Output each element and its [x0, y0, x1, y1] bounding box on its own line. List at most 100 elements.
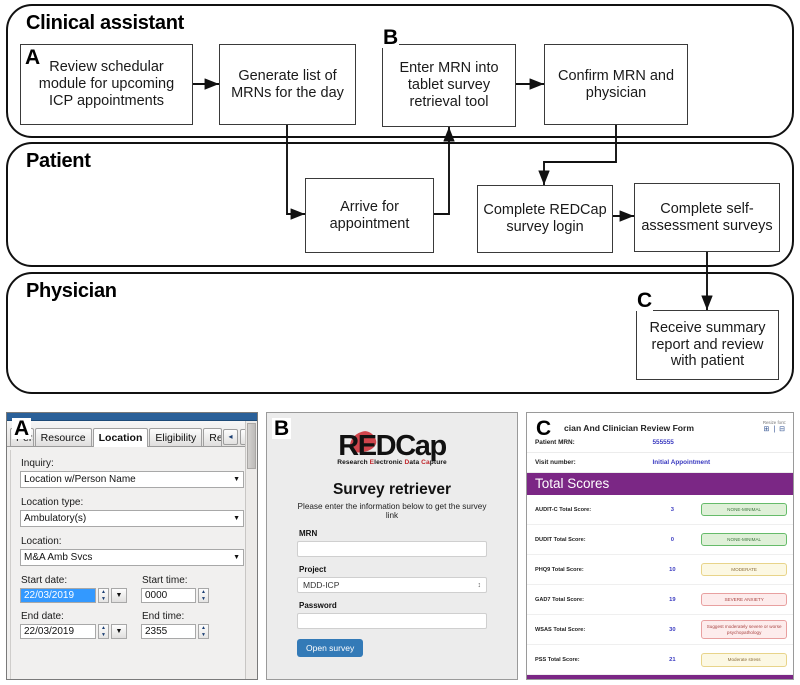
tab-resource[interactable]: Resource [34, 428, 92, 446]
location-type-select[interactable]: Ambulatory(s) ▼ [20, 510, 244, 527]
flow-tag-b: B [382, 26, 400, 49]
location-type-value: Ambulatory(s) [24, 513, 87, 524]
scrollbar-thumb[interactable] [247, 423, 256, 469]
wsas-value: 30 [669, 626, 676, 633]
pss-badge: Moderate stress [701, 653, 787, 667]
score-row-pss: PSS Total Score: 21 Moderate stress [527, 645, 793, 676]
report-row-visit-number: Visit number: Initial Appointment [527, 453, 793, 473]
location-type-label: Location type: [21, 497, 84, 508]
end-time-field: End time: 2355 ▲ ▼ [141, 611, 209, 639]
patient-mrn-label: Patient MRN: [535, 439, 575, 446]
chevron-down-icon: ▼ [233, 515, 240, 522]
resize-font-icons[interactable]: ⊞ | ⊟ [763, 425, 786, 433]
flow-node-confirm-label: Confirm MRN and physician [557, 67, 675, 101]
start-time-input[interactable]: 0000 [141, 588, 196, 603]
flow-node-arrive: Arrive for appointment [305, 178, 434, 253]
start-time-stepper[interactable]: ▲ ▼ [198, 588, 209, 603]
end-date-input[interactable]: 22/03/2019 [20, 624, 96, 639]
score-row-phq9: PHQ9 Total Score: 10 MODERATE [527, 555, 793, 585]
start-date-input[interactable]: 22/03/2019 [20, 588, 96, 603]
phq9-label: PHQ9 Total Score: [535, 566, 584, 573]
start-time-value: 0000 [145, 590, 168, 601]
password-label: Password [299, 601, 337, 610]
mrn-label: MRN [299, 529, 318, 538]
redcap-wordmark: REDCap [297, 431, 487, 461]
flow-node-confirm: Confirm MRN and physician [544, 44, 688, 125]
gad7-value: 19 [669, 596, 676, 603]
report-row-patient-mrn: Patient MRN: 555555 [527, 433, 793, 453]
phq9-value: 10 [669, 566, 676, 573]
end-date-stepper[interactable]: ▲ ▼ [98, 624, 109, 639]
open-survey-button[interactable]: Open survey [297, 639, 364, 657]
panel-b-tag: B [272, 417, 292, 440]
score-row-audit-c: AUDIT-C Total Score: 3 NONE-MINIMAL [527, 495, 793, 525]
panel-c-tag: C [534, 417, 554, 440]
flow-node-arrive-label: Arrive for appointment [329, 198, 410, 232]
panel-scheduling-app: Person Resource Location Eligibility Req… [6, 412, 258, 680]
flow-node-generate-label: Generate list of MRNs for the day [231, 67, 344, 101]
project-label: Project [299, 565, 327, 574]
start-date-field: Start date: 22/03/2019 ▲ ▼ ▼ [20, 575, 127, 603]
project-value: MDD-ICP [303, 580, 340, 590]
panel-a-tag: A [12, 417, 32, 440]
start-date-value: 22/03/2019 [24, 590, 75, 601]
location-label: Location: [21, 536, 62, 547]
tab-location[interactable]: Location [92, 428, 149, 447]
mrn-input[interactable] [297, 541, 487, 557]
start-date-picker-button[interactable]: ▼ [111, 588, 127, 603]
tab-eligibility-label: Eligibility [155, 432, 197, 444]
score-row-dudit: DUDIT Total Score: 0 NONE-MINIMAL [527, 525, 793, 555]
end-date-field: End date: 22/03/2019 ▲ ▼ ▼ [20, 611, 127, 639]
password-input[interactable] [297, 613, 487, 629]
audit-c-badge: NONE-MINIMAL [701, 502, 787, 517]
panel-clinician-review-report: cian And Clinician Review Form Resize fo… [526, 412, 794, 680]
end-date-picker-button[interactable]: ▼ [111, 624, 127, 639]
resize-font-control[interactable]: Resize font: ⊞ | ⊟ [763, 420, 786, 433]
end-time-value: 2355 [145, 626, 168, 637]
end-time-input[interactable]: 2355 [141, 624, 196, 639]
gad7-label: GAD7 Total Score: [535, 596, 585, 603]
survey-retriever-heading: Survey retriever [332, 481, 452, 498]
workflow-diagram: Clinical assistant Patient Physician Rev… [0, 0, 800, 400]
flow-node-survey-login: Complete REDCap survey login [477, 185, 613, 253]
survey-retriever-subheading: Please enter the information below to ge… [297, 502, 487, 520]
visit-number-value: Initial Appointment [652, 459, 711, 466]
inquiry-value: Location w/Person Name [24, 474, 136, 485]
end-row: End date: 22/03/2019 ▲ ▼ ▼ End time: 2355… [20, 611, 244, 639]
flow-tag-c: C [636, 289, 654, 312]
location-select[interactable]: M&A Amb Svcs ▼ [20, 549, 244, 566]
flow-node-survey-login-label: Complete REDCap survey login [483, 202, 607, 235]
tab-scroll-left-icon[interactable]: ◂ [223, 429, 238, 445]
start-time-field: Start time: 0000 ▲ ▼ [141, 575, 209, 603]
tab-req[interactable]: Req [203, 428, 222, 446]
section-header-individual-item-scores: Individual Item Scores [527, 675, 793, 679]
chevron-down-icon: ▼ [233, 476, 240, 483]
start-date-label: Start date: [21, 575, 68, 586]
score-row-gad7: GAD7 Total Score: 19 SEVERE ANXIETY [527, 585, 793, 615]
end-time-stepper[interactable]: ▲ ▼ [198, 624, 209, 639]
end-time-label: End time: [142, 611, 185, 622]
report-title: cian And Clinician Review Form [564, 423, 695, 433]
start-date-stepper[interactable]: ▲ ▼ [98, 588, 109, 603]
gad7-badge: SEVERE ANXIETY [701, 592, 787, 607]
redcap-word-red: RED [338, 430, 396, 462]
window-titlebar [7, 413, 257, 421]
end-date-label: End date: [21, 611, 64, 622]
vertical-scrollbar[interactable] [245, 421, 257, 679]
phq9-badge: MODERATE [701, 562, 787, 577]
flow-node-review-label: Review schedular module for upcoming ICP… [38, 59, 175, 109]
inquiry-select[interactable]: Location w/Person Name ▼ [20, 471, 244, 488]
flow-node-review: Review schedular module for upcoming ICP… [20, 44, 193, 125]
score-row-wsas: WSAS Total Score: 30 Suggest moderately … [527, 615, 793, 646]
visit-number-label: Visit number: [535, 459, 576, 466]
wsas-label: WSAS Total Score: [535, 626, 586, 633]
flow-node-generate: Generate list of MRNs for the day [219, 44, 356, 125]
patient-mrn-value: 555555 [652, 439, 674, 446]
chevron-down-icon: ▼ [233, 554, 240, 561]
inquiry-label: Inquiry: [21, 458, 54, 469]
project-select[interactable]: MDD-ICP ↕ [297, 577, 487, 593]
tab-location-label: Location [98, 432, 143, 444]
redcap-logo: REDCap Research Electronic Data Capture [297, 428, 487, 477]
tab-eligibility[interactable]: Eligibility [149, 428, 203, 446]
pss-label: PSS Total Score: [535, 656, 580, 663]
